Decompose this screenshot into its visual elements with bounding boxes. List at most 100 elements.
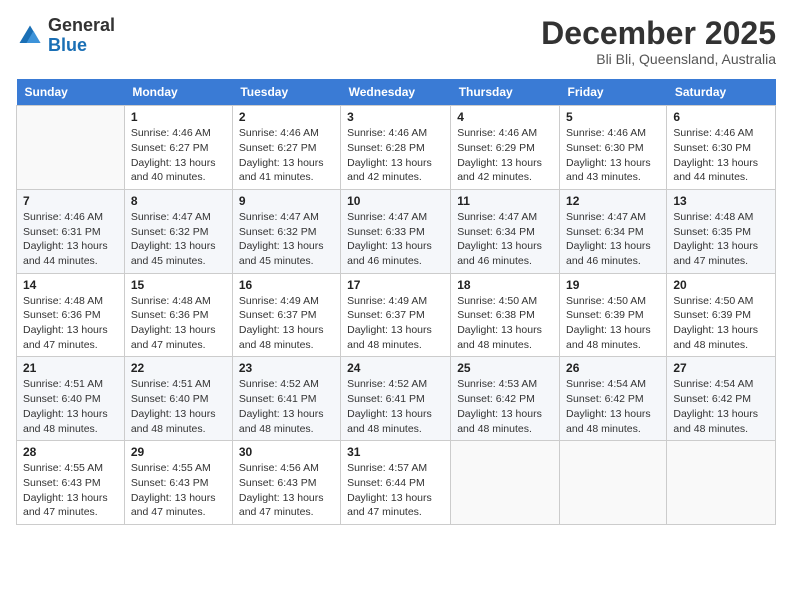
- calendar-cell: 29Sunrise: 4:55 AM Sunset: 6:43 PM Dayli…: [124, 441, 232, 525]
- day-info: Sunrise: 4:51 AM Sunset: 6:40 PM Dayligh…: [23, 377, 118, 436]
- day-number: 6: [673, 110, 769, 124]
- day-info: Sunrise: 4:47 AM Sunset: 6:34 PM Dayligh…: [457, 210, 553, 269]
- day-info: Sunrise: 4:47 AM Sunset: 6:34 PM Dayligh…: [566, 210, 660, 269]
- calendar-cell: 2 Sunrise: 4:46 AM Sunset: 6:27 PM Daylig…: [232, 106, 340, 190]
- calendar-cell: [17, 106, 125, 190]
- calendar-week-row: 21 Sunrise: 4:51 AM Sunset: 6:40 PM Dayli…: [17, 357, 776, 441]
- day-info: Sunrise: 4:53 AM Sunset: 6:42 PM Dayligh…: [457, 377, 553, 436]
- day-info: Sunrise: 4:49 AM Sunset: 6:37 PM Dayligh…: [239, 294, 334, 353]
- calendar-cell: 4Sunrise: 4:46 AM Sunset: 6:29 PM Daylig…: [451, 106, 560, 190]
- calendar-cell: 25 Sunrise: 4:53 AM Sunset: 6:42 PM Dayli…: [451, 357, 560, 441]
- calendar-cell: 31 Sunrise: 4:57 AM Sunset: 6:44 PM Dayli…: [341, 441, 451, 525]
- day-info: Sunrise: 4:47 AM Sunset: 6:32 PM Dayligh…: [131, 210, 226, 269]
- day-number: 22: [131, 361, 226, 375]
- day-number: 5: [566, 110, 660, 124]
- calendar-cell: 9 Sunrise: 4:47 AM Sunset: 6:32 PM Daylig…: [232, 189, 340, 273]
- day-info: Sunrise: 4:57 AM Sunset: 6:44 PM Dayligh…: [347, 461, 444, 520]
- day-header-friday: Friday: [560, 79, 667, 106]
- calendar-cell: 1 Sunrise: 4:46 AM Sunset: 6:27 PM Daylig…: [124, 106, 232, 190]
- calendar-week-row: 14Sunrise: 4:48 AM Sunset: 6:36 PM Dayli…: [17, 273, 776, 357]
- day-number: 7: [23, 194, 118, 208]
- day-number: 25: [457, 361, 553, 375]
- calendar-cell: 13 Sunrise: 4:48 AM Sunset: 6:35 PM Dayli…: [667, 189, 776, 273]
- day-number: 21: [23, 361, 118, 375]
- calendar-cell: 20 Sunrise: 4:50 AM Sunset: 6:39 PM Dayli…: [667, 273, 776, 357]
- day-info: Sunrise: 4:56 AM Sunset: 6:43 PM Dayligh…: [239, 461, 334, 520]
- day-number: 31: [347, 445, 444, 459]
- day-number: 26: [566, 361, 660, 375]
- day-info: Sunrise: 4:46 AM Sunset: 6:29 PM Dayligh…: [457, 126, 553, 185]
- day-info: Sunrise: 4:48 AM Sunset: 6:35 PM Dayligh…: [673, 210, 769, 269]
- day-header-wednesday: Wednesday: [341, 79, 451, 106]
- title-section: December 2025 Bli Bli, Queensland, Austr…: [541, 16, 776, 67]
- calendar-week-row: 7 Sunrise: 4:46 AM Sunset: 6:31 PM Daylig…: [17, 189, 776, 273]
- calendar-cell: 5 Sunrise: 4:46 AM Sunset: 6:30 PM Daylig…: [560, 106, 667, 190]
- day-number: 15: [131, 278, 226, 292]
- day-number: 24: [347, 361, 444, 375]
- day-info: Sunrise: 4:50 AM Sunset: 6:39 PM Dayligh…: [566, 294, 660, 353]
- calendar-table: SundayMondayTuesdayWednesdayThursdayFrid…: [16, 79, 776, 525]
- day-info: Sunrise: 4:49 AM Sunset: 6:37 PM Dayligh…: [347, 294, 444, 353]
- calendar-cell: 3 Sunrise: 4:46 AM Sunset: 6:28 PM Daylig…: [341, 106, 451, 190]
- day-header-thursday: Thursday: [451, 79, 560, 106]
- day-info: Sunrise: 4:46 AM Sunset: 6:27 PM Dayligh…: [131, 126, 226, 185]
- calendar-cell: 23Sunrise: 4:52 AM Sunset: 6:41 PM Dayli…: [232, 357, 340, 441]
- calendar-week-row: 1 Sunrise: 4:46 AM Sunset: 6:27 PM Daylig…: [17, 106, 776, 190]
- calendar-cell: 24Sunrise: 4:52 AM Sunset: 6:41 PM Dayli…: [341, 357, 451, 441]
- day-number: 2: [239, 110, 334, 124]
- calendar-header-row: SundayMondayTuesdayWednesdayThursdayFrid…: [17, 79, 776, 106]
- calendar-cell: 14Sunrise: 4:48 AM Sunset: 6:36 PM Dayli…: [17, 273, 125, 357]
- calendar-cell: 6Sunrise: 4:46 AM Sunset: 6:30 PM Daylig…: [667, 106, 776, 190]
- day-info: Sunrise: 4:54 AM Sunset: 6:42 PM Dayligh…: [566, 377, 660, 436]
- calendar-cell: 18 Sunrise: 4:50 AM Sunset: 6:38 PM Dayli…: [451, 273, 560, 357]
- calendar-cell: 16Sunrise: 4:49 AM Sunset: 6:37 PM Dayli…: [232, 273, 340, 357]
- day-number: 3: [347, 110, 444, 124]
- day-info: Sunrise: 4:47 AM Sunset: 6:32 PM Dayligh…: [239, 210, 334, 269]
- day-header-monday: Monday: [124, 79, 232, 106]
- day-number: 12: [566, 194, 660, 208]
- calendar-cell: 26 Sunrise: 4:54 AM Sunset: 6:42 PM Dayli…: [560, 357, 667, 441]
- calendar-cell: 17Sunrise: 4:49 AM Sunset: 6:37 PM Dayli…: [341, 273, 451, 357]
- day-number: 18: [457, 278, 553, 292]
- day-number: 28: [23, 445, 118, 459]
- calendar-cell: [667, 441, 776, 525]
- day-number: 11: [457, 194, 553, 208]
- logo-icon: [16, 22, 44, 50]
- calendar-cell: 15 Sunrise: 4:48 AM Sunset: 6:36 PM Dayli…: [124, 273, 232, 357]
- calendar-cell: 21 Sunrise: 4:51 AM Sunset: 6:40 PM Dayli…: [17, 357, 125, 441]
- logo: General Blue: [16, 16, 115, 56]
- calendar-cell: 8 Sunrise: 4:47 AM Sunset: 6:32 PM Daylig…: [124, 189, 232, 273]
- day-number: 9: [239, 194, 334, 208]
- day-number: 27: [673, 361, 769, 375]
- day-info: Sunrise: 4:46 AM Sunset: 6:28 PM Dayligh…: [347, 126, 444, 185]
- day-info: Sunrise: 4:48 AM Sunset: 6:36 PM Dayligh…: [131, 294, 226, 353]
- calendar-cell: 27Sunrise: 4:54 AM Sunset: 6:42 PM Dayli…: [667, 357, 776, 441]
- day-info: Sunrise: 4:48 AM Sunset: 6:36 PM Dayligh…: [23, 294, 118, 353]
- day-number: 30: [239, 445, 334, 459]
- day-number: 8: [131, 194, 226, 208]
- day-info: Sunrise: 4:46 AM Sunset: 6:30 PM Dayligh…: [566, 126, 660, 185]
- calendar-cell: [560, 441, 667, 525]
- day-info: Sunrise: 4:52 AM Sunset: 6:41 PM Dayligh…: [239, 377, 334, 436]
- day-info: Sunrise: 4:50 AM Sunset: 6:38 PM Dayligh…: [457, 294, 553, 353]
- day-number: 20: [673, 278, 769, 292]
- day-info: Sunrise: 4:51 AM Sunset: 6:40 PM Dayligh…: [131, 377, 226, 436]
- logo-blue-text: Blue: [48, 35, 87, 55]
- day-info: Sunrise: 4:46 AM Sunset: 6:31 PM Dayligh…: [23, 210, 118, 269]
- logo-general-text: General: [48, 15, 115, 35]
- day-info: Sunrise: 4:50 AM Sunset: 6:39 PM Dayligh…: [673, 294, 769, 353]
- page-header: General Blue December 2025 Bli Bli, Quee…: [16, 16, 776, 67]
- calendar-cell: 28 Sunrise: 4:55 AM Sunset: 6:43 PM Dayli…: [17, 441, 125, 525]
- day-info: Sunrise: 4:47 AM Sunset: 6:33 PM Dayligh…: [347, 210, 444, 269]
- day-header-sunday: Sunday: [17, 79, 125, 106]
- day-number: 10: [347, 194, 444, 208]
- day-number: 13: [673, 194, 769, 208]
- day-number: 29: [131, 445, 226, 459]
- month-title: December 2025: [541, 16, 776, 51]
- calendar-week-row: 28 Sunrise: 4:55 AM Sunset: 6:43 PM Dayli…: [17, 441, 776, 525]
- day-info: Sunrise: 4:46 AM Sunset: 6:27 PM Dayligh…: [239, 126, 334, 185]
- day-info: Sunrise: 4:55 AM Sunset: 6:43 PM Dayligh…: [23, 461, 118, 520]
- day-number: 1: [131, 110, 226, 124]
- day-number: 19: [566, 278, 660, 292]
- calendar-cell: 19 Sunrise: 4:50 AM Sunset: 6:39 PM Dayli…: [560, 273, 667, 357]
